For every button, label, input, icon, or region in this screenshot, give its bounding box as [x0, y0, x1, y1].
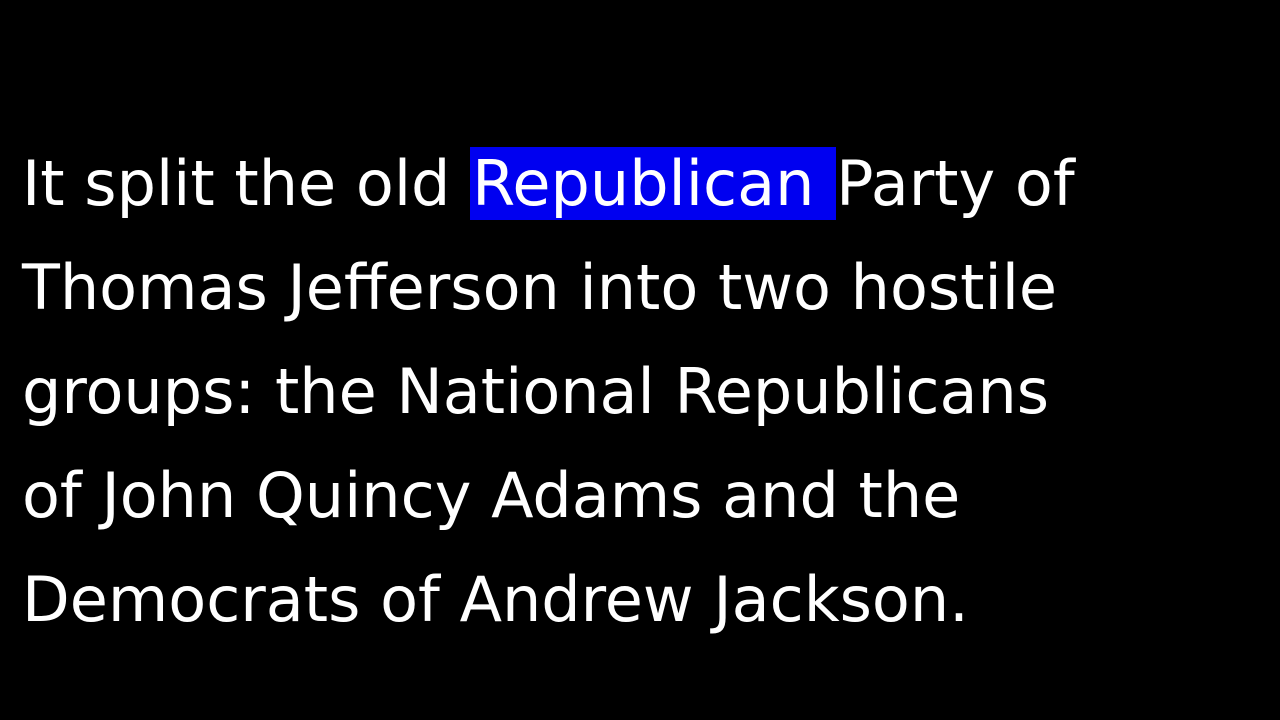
caption-line-3: groups: the National Republicans — [22, 355, 1050, 428]
caption-line-4: of John Quincy Adams and the — [22, 459, 961, 532]
caption-line-2: Thomas Jefferson into two hostile — [22, 251, 1058, 324]
highlighted-word: Republican — [470, 147, 837, 220]
caption-line-1-end: Party of — [836, 147, 1075, 220]
caption-line-1-start: It split the old — [22, 147, 471, 220]
caption-line-1: It split the old Republican Party of — [22, 132, 1262, 236]
caption-text: It split the old Republican Party of Tho… — [22, 132, 1262, 652]
caption-screen: It split the old Republican Party of Tho… — [0, 0, 1280, 720]
caption-line-5: Democrats of Andrew Jackson. — [22, 563, 969, 636]
